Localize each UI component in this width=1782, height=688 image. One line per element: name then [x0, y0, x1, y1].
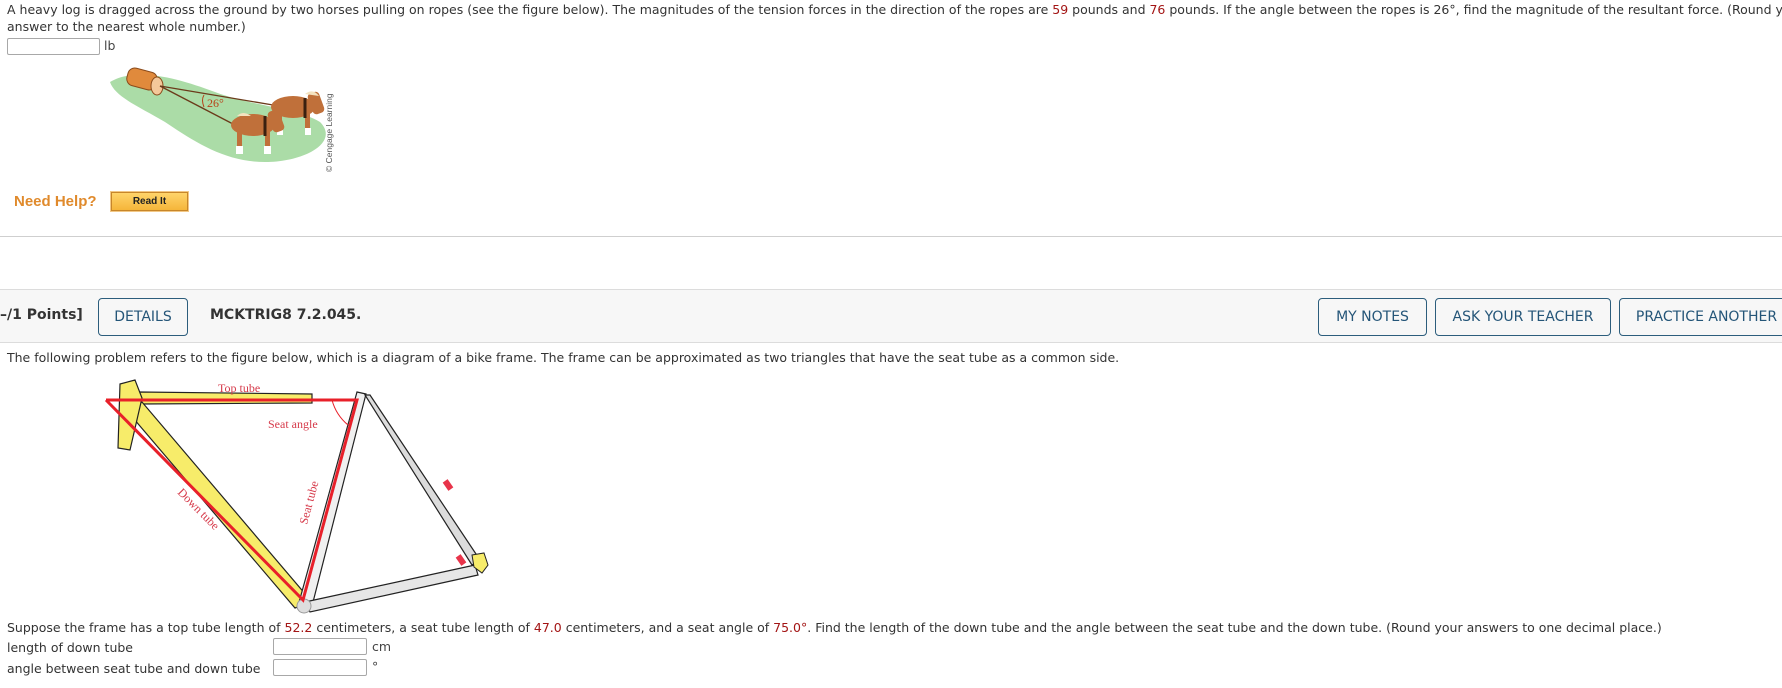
- question2-body-part: centimeters, a seat tube length of: [312, 620, 534, 635]
- answer-unit-lb: lb: [104, 38, 116, 53]
- tension-value-1: 59: [1052, 2, 1069, 17]
- unit-cm: cm: [372, 639, 392, 654]
- question1-text-part: A heavy log is dragged across the ground…: [7, 2, 1053, 17]
- question1-text: A heavy log is dragged across the ground…: [7, 0, 1782, 19]
- question2-intro: The following problem refers to the figu…: [7, 350, 1120, 365]
- seat-tube-length: 47.0: [533, 620, 562, 635]
- copyright-credit: © Cengage Learning: [324, 93, 334, 172]
- need-help-label: Need Help?: [14, 193, 97, 210]
- details-button[interactable]: DETAILS: [98, 298, 188, 336]
- question2-body-part: Suppose the frame has a top tube length …: [7, 620, 285, 635]
- answer-label-down-tube: length of down tube: [7, 640, 133, 655]
- seat-angle-value: 75.0°: [773, 620, 808, 635]
- stay-accent: [455, 554, 467, 566]
- practice-another-button[interactable]: PRACTICE ANOTHER: [1619, 298, 1782, 336]
- angle-input[interactable]: [273, 659, 367, 676]
- tension-value-2: 76: [1149, 2, 1166, 17]
- points-label: –/1 Points]: [0, 307, 83, 323]
- question2-header-bar: –/1 Points] DETAILS MCKTRIG8 7.2.045. MY…: [0, 289, 1782, 343]
- seat-tube-label: Seat tube: [296, 479, 321, 525]
- question-divider: [0, 236, 1782, 237]
- question-id: MCKTRIG8 7.2.045.: [210, 307, 362, 323]
- down-tube-length-input[interactable]: [273, 638, 367, 655]
- seat-angle-arc: [331, 399, 349, 426]
- question2-body-part: . Find the length of the down tube and t…: [807, 620, 1662, 635]
- seat-angle-label: Seat angle: [268, 417, 318, 431]
- unit-degree: °: [372, 659, 379, 674]
- top-tube-label: Top tube: [218, 381, 260, 395]
- answer-label-angle: angle between seat tube and down tube: [7, 661, 261, 676]
- question1-text-line2: answer to the nearest whole number.): [7, 19, 246, 34]
- bike-frame-figure: Top tube Seat angle Seat tube Down tube: [104, 379, 489, 614]
- question1-text-part: pounds. If the angle between the ropes i…: [1165, 2, 1782, 17]
- top-tube-length: 52.2: [284, 620, 313, 635]
- horses-log-figure: 26° © Cengage Learning: [110, 67, 334, 172]
- my-notes-button[interactable]: MY NOTES: [1318, 298, 1427, 336]
- ask-your-teacher-button[interactable]: ASK YOUR TEACHER: [1435, 298, 1611, 336]
- chain-stay-shape: [304, 564, 479, 613]
- question2-body: Suppose the frame has a top tube length …: [7, 618, 1662, 637]
- resultant-force-input[interactable]: [7, 38, 100, 55]
- angle-label: 26°: [207, 96, 224, 110]
- down-tube-shape: [127, 401, 314, 609]
- question2-body-part: centimeters, and a seat angle of: [561, 620, 774, 635]
- stay-accent: [442, 479, 454, 491]
- seat-stay-shape: [363, 394, 481, 566]
- question1-text-part: pounds and: [1068, 2, 1150, 17]
- read-it-button[interactable]: Read It: [110, 191, 189, 212]
